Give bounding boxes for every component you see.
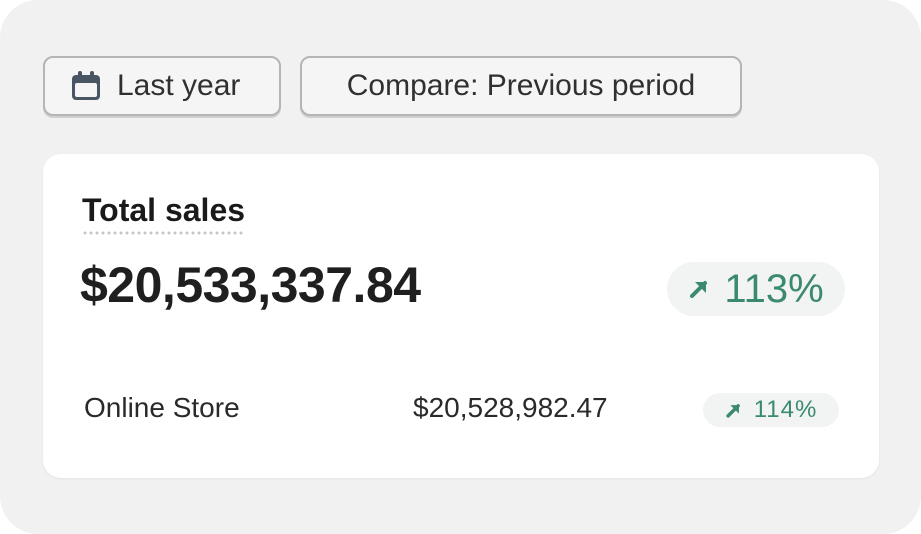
card-title[interactable]: Total sales	[82, 192, 246, 235]
total-sales-value: $20,533,337.84	[80, 257, 421, 313]
calendar-icon	[72, 71, 100, 100]
total-change-value: 113%	[724, 266, 824, 311]
date-range-label: Last year	[117, 69, 241, 102]
total-sales-card: Total sales $20,533,337.84 113% Online S…	[43, 154, 879, 478]
breakdown-value: $20,528,982.47	[413, 392, 608, 423]
sales-panel: Last year Compare: Previous period Total…	[0, 0, 921, 534]
arrow-up-right-icon	[726, 403, 740, 418]
date-range-button[interactable]: Last year	[43, 56, 281, 116]
breakdown-label: Online Store	[84, 392, 240, 423]
compare-period-label: Compare: Previous period	[346, 69, 696, 102]
compare-period-button[interactable]: Compare: Previous period	[300, 56, 742, 116]
breakdown-change-badge: 114%	[703, 393, 839, 427]
total-change-badge: 113%	[667, 262, 845, 316]
breakdown-change-value: 114%	[753, 396, 818, 423]
arrow-up-right-icon	[690, 281, 708, 298]
